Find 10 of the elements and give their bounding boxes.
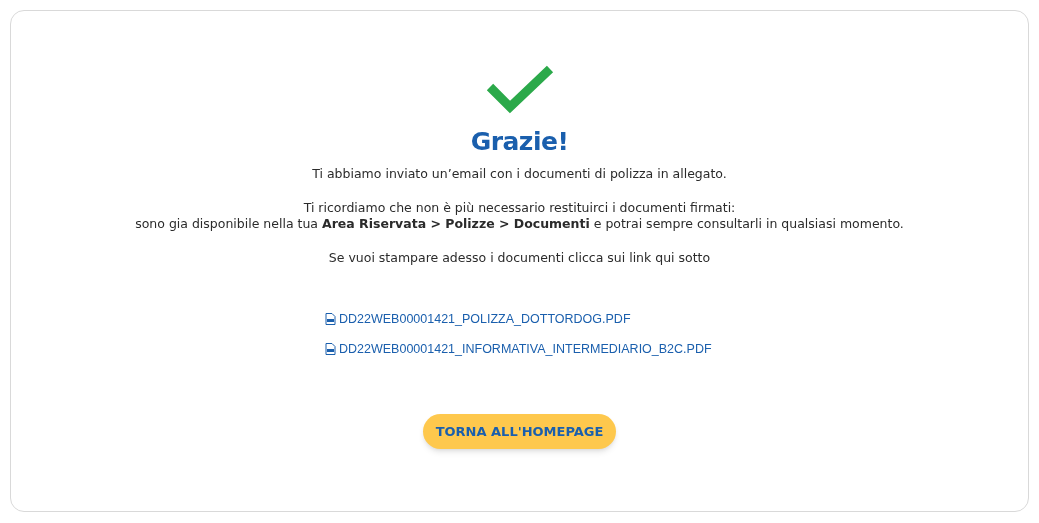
document-link[interactable]: DD22WEB00001421_INFORMATIVA_INTERMEDIARIO_B2C.PDF: [325, 340, 712, 358]
message-text: Se vuoi stampare adesso i documenti clicca sui link qui sotto: [328, 250, 711, 266]
pdf-file-icon: [325, 313, 336, 325]
pdf-file-icon: [325, 343, 336, 355]
checkmark-icon: [485, 65, 554, 115]
heading: Grazie!: [470, 127, 569, 157]
document-link[interactable]: DD22WEB00001421_POLIZZA_DOTTORDOG.PDF: [325, 310, 631, 328]
message-text: Ti abbiamo inviato un’email con i documenti di polizza in allegato.: [312, 166, 727, 182]
homepage-button[interactable]: TORNA ALL'HOMEPAGE: [422, 414, 617, 449]
message-text: Ti ricordiamo che non è più necessario restituirci i documenti firmati: sono gia disponibile nella tua Area Riservata > Polizze > Documenti e potrai sempre consultarli in qualsiasi momento.: [135, 200, 904, 232]
